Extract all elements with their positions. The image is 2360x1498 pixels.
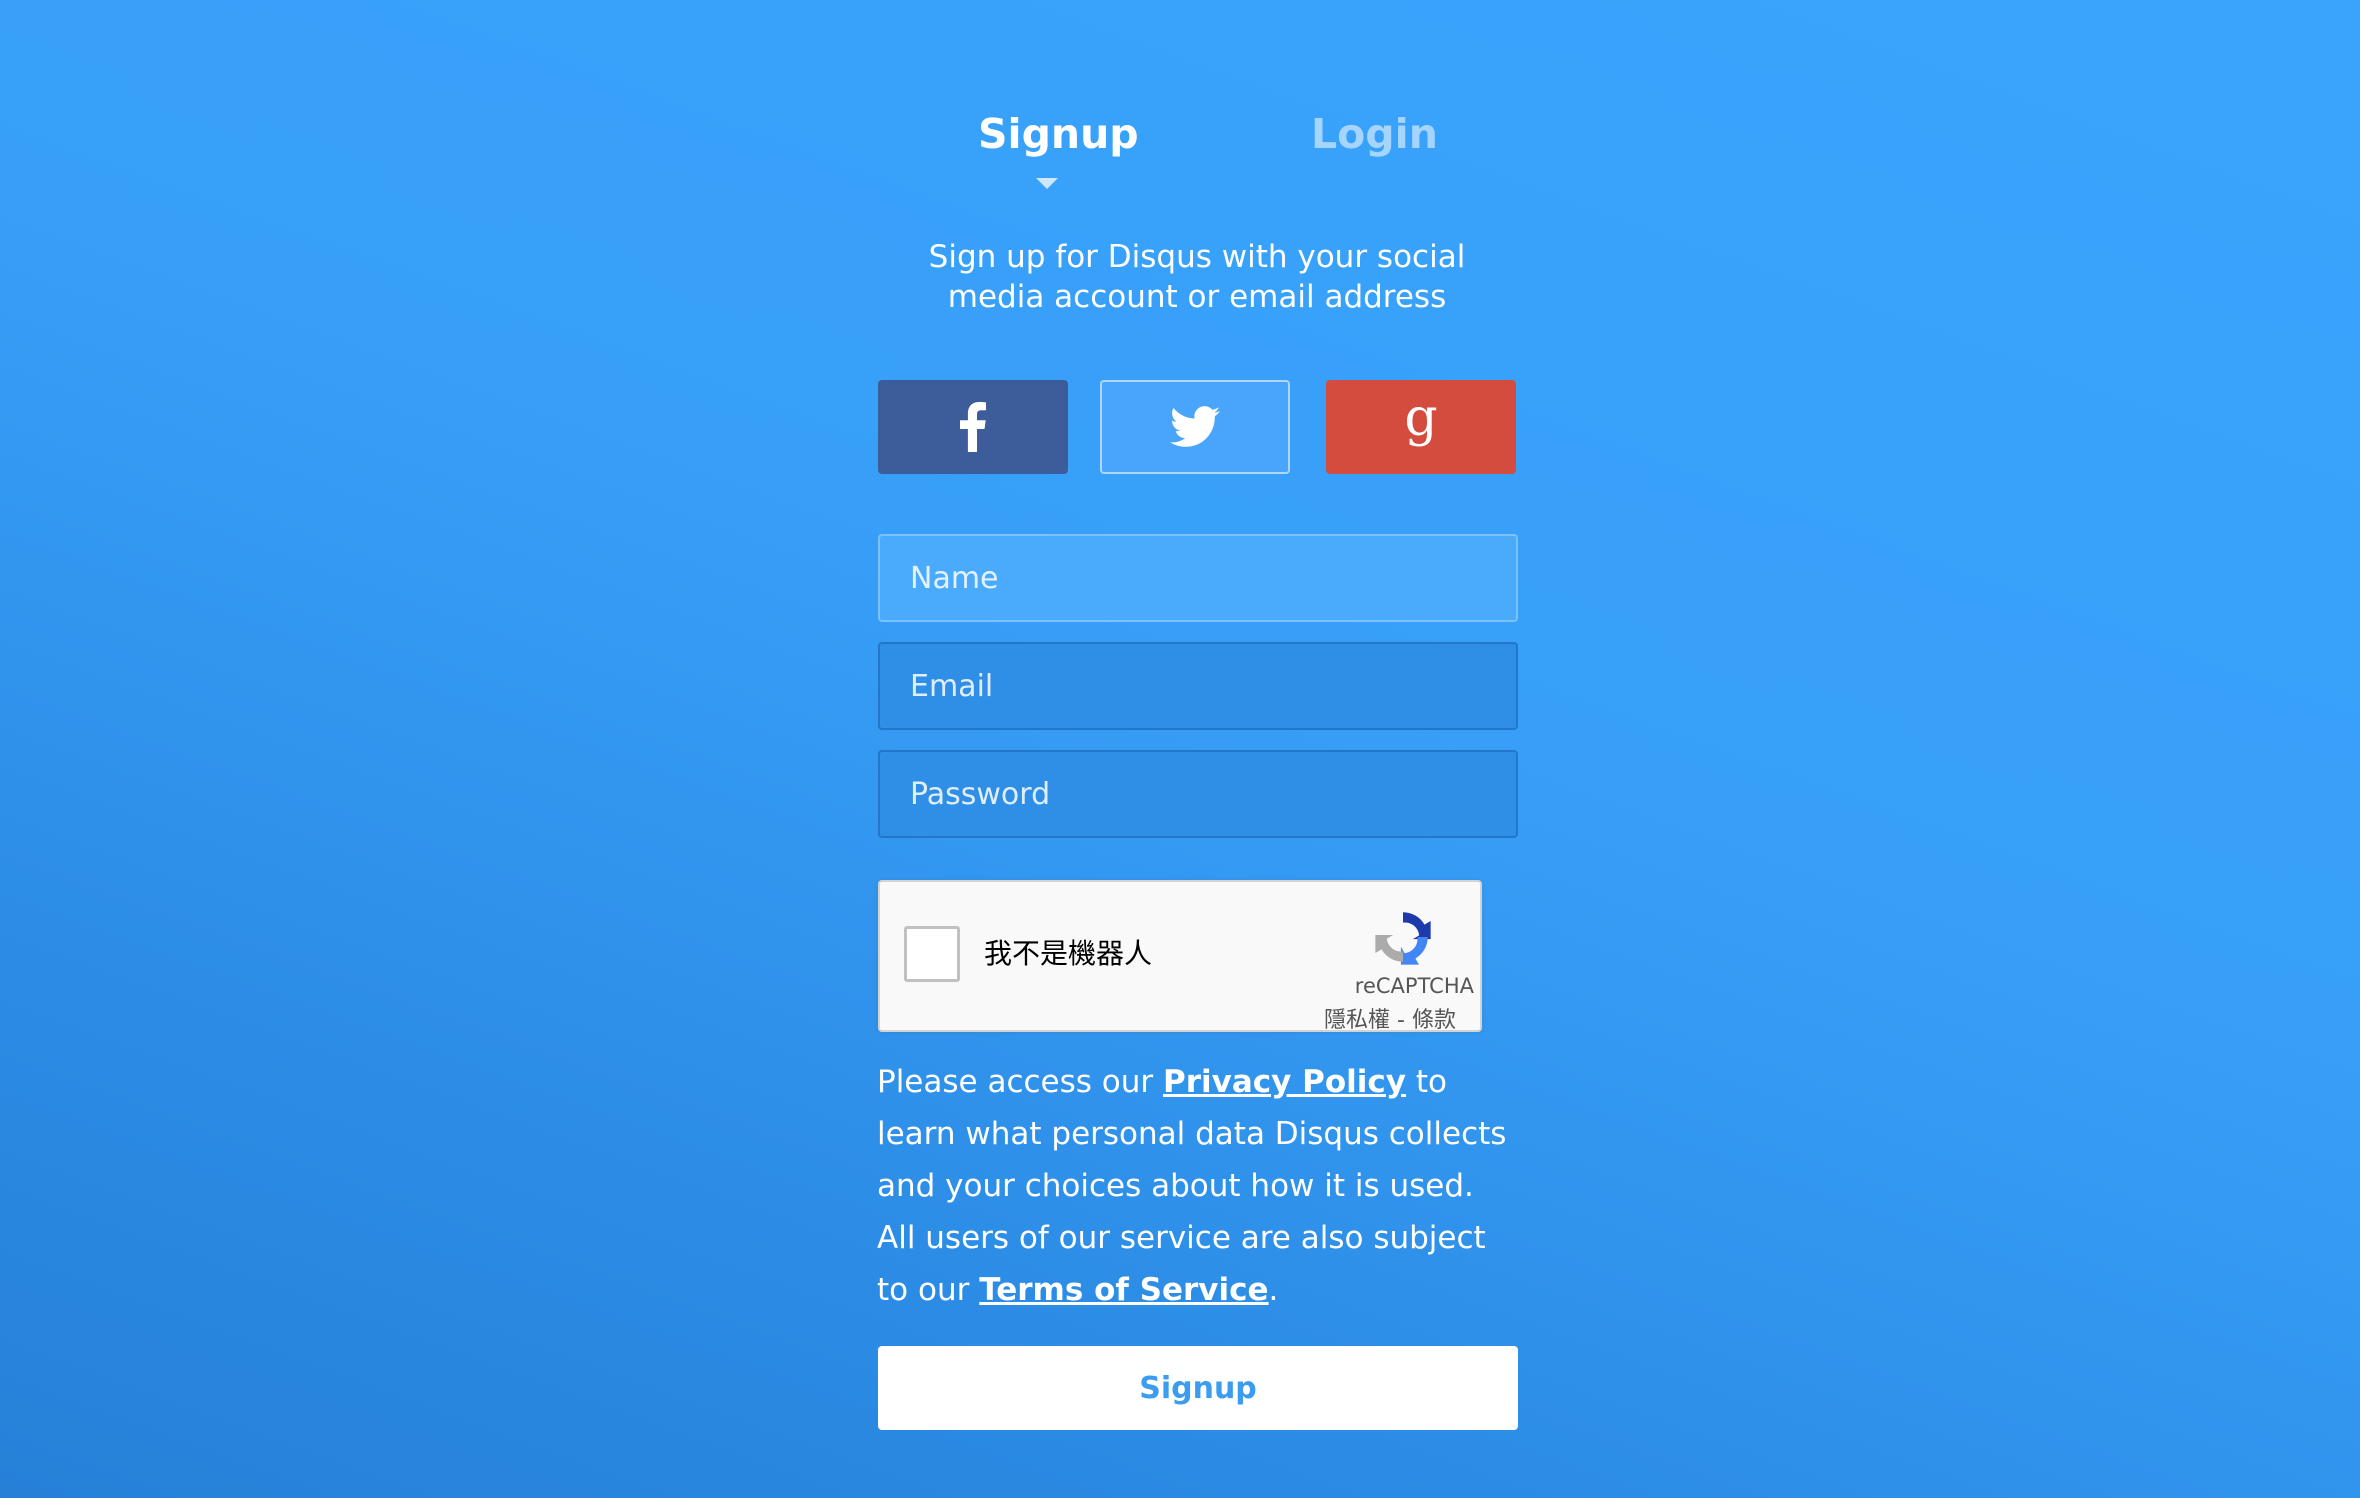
- name-field[interactable]: [878, 534, 1518, 622]
- notice-text-3: .: [1268, 1272, 1279, 1308]
- recaptcha-terms-link[interactable]: 條款: [1412, 1008, 1456, 1033]
- recaptcha-brand: reCAPTCHA: [1354, 974, 1474, 998]
- google-icon: g: [1404, 401, 1437, 448]
- facebook-icon: [960, 402, 986, 452]
- twitter-login-button[interactable]: [1100, 380, 1290, 474]
- recaptcha-privacy-link[interactable]: 隱私權: [1324, 1008, 1390, 1033]
- google-login-button[interactable]: g: [1326, 380, 1516, 474]
- auth-tabs: Signup Login: [0, 104, 2360, 194]
- recaptcha-checkbox[interactable]: [904, 926, 960, 982]
- privacy-notice: Please access our Privacy Policy to lear…: [877, 1056, 1517, 1316]
- signup-subtitle: Sign up for Disqus with your social medi…: [928, 239, 1466, 315]
- svg-text:g: g: [1404, 401, 1437, 448]
- notice-text-1: Please access our: [877, 1064, 1163, 1100]
- privacy-policy-link[interactable]: Privacy Policy: [1163, 1064, 1406, 1100]
- facebook-login-button[interactable]: [878, 380, 1068, 474]
- recaptcha-widget: 我不是機器人 reCAPTCHA 隱私權 - 條款: [878, 880, 1482, 1034]
- password-field[interactable]: [878, 750, 1518, 838]
- recaptcha-links: 隱私權 - 條款: [1324, 1002, 1456, 1034]
- email-field[interactable]: [878, 642, 1518, 730]
- tab-login[interactable]: Login: [1311, 104, 1438, 164]
- recaptcha-separator: -: [1390, 1008, 1412, 1033]
- active-tab-caret-icon: [1036, 178, 1058, 189]
- recaptcha-logo-icon: [1375, 912, 1431, 965]
- signup-submit-button[interactable]: Signup: [878, 1346, 1518, 1430]
- twitter-icon: [1170, 406, 1220, 447]
- tab-signup[interactable]: Signup: [978, 104, 1139, 164]
- recaptcha-label: 我不是機器人: [984, 937, 1153, 970]
- terms-of-service-link[interactable]: Terms of Service: [979, 1272, 1268, 1308]
